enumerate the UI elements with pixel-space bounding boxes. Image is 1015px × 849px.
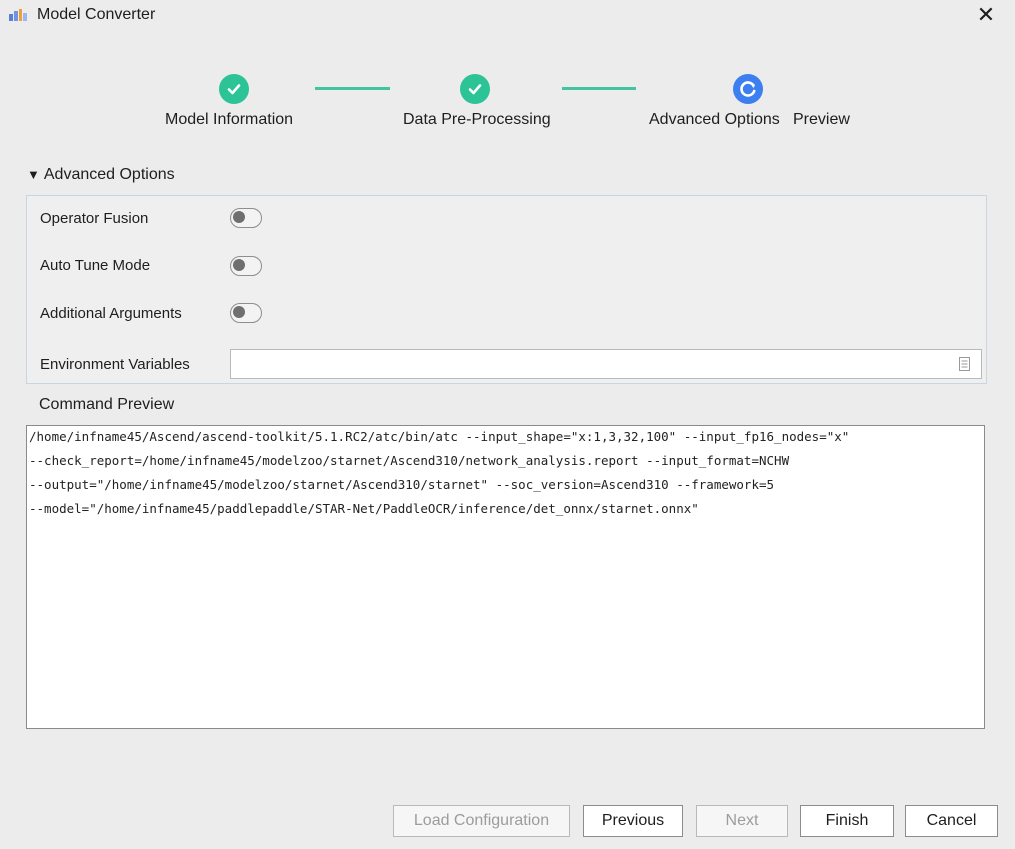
step-label-advanced-options: Advanced Options <box>649 111 780 128</box>
finish-button[interactable]: Finish <box>800 805 894 837</box>
command-line: --check_report=/home/infname45/modelzoo/… <box>29 453 790 468</box>
command-line: --output="/home/infname45/modelzoo/starn… <box>29 477 775 492</box>
auto-tune-mode-toggle[interactable] <box>230 256 262 276</box>
step-label-data-pre-processing: Data Pre-Processing <box>403 111 551 128</box>
toggle-knob <box>233 259 245 271</box>
step-1-checkmark-icon <box>219 74 249 104</box>
toggle-knob <box>233 211 245 223</box>
operator-fusion-toggle[interactable] <box>230 208 262 228</box>
app-logo-icon <box>9 9 27 21</box>
caret-down-icon: ▼ <box>27 167 40 182</box>
window-title: Model Converter <box>37 6 156 23</box>
additional-arguments-label: Additional Arguments <box>40 305 182 322</box>
next-button[interactable]: Next <box>696 805 788 837</box>
additional-arguments-toggle[interactable] <box>230 303 262 323</box>
advanced-options-toggle[interactable]: ▼ Advanced Options <box>27 166 175 184</box>
command-line: /home/infname45/Ascend/ascend-toolkit/5.… <box>29 429 850 444</box>
advanced-options-header: Advanced Options <box>43 166 175 183</box>
step-connector-2 <box>562 87 636 90</box>
cancel-button[interactable]: Cancel <box>905 805 998 837</box>
step-label-model-information: Model Information <box>165 111 294 128</box>
toggle-knob <box>233 306 245 318</box>
previous-button[interactable]: Previous <box>583 805 683 837</box>
operator-fusion-label: Operator Fusion <box>40 210 149 227</box>
auto-tune-mode-label: Auto Tune Mode <box>40 257 151 274</box>
step-2-checkmark-icon <box>460 74 490 104</box>
step-3-refresh-icon <box>733 74 763 104</box>
load-configuration-button[interactable]: Load Configuration <box>393 805 570 837</box>
environment-variables-label: Environment Variables <box>40 356 190 373</box>
environment-variables-input[interactable] <box>230 349 982 379</box>
step-connector-1 <box>315 87 390 90</box>
command-line: --model="/home/infname45/paddlepaddle/ST… <box>29 501 699 516</box>
close-icon[interactable]: ✕ <box>976 4 996 26</box>
command-preview-label: Command Preview <box>39 396 175 413</box>
step-label-preview: Preview <box>793 111 850 128</box>
command-preview-textarea[interactable]: /home/infname45/Ascend/ascend-toolkit/5.… <box>26 425 985 729</box>
document-icon[interactable] <box>959 357 970 371</box>
